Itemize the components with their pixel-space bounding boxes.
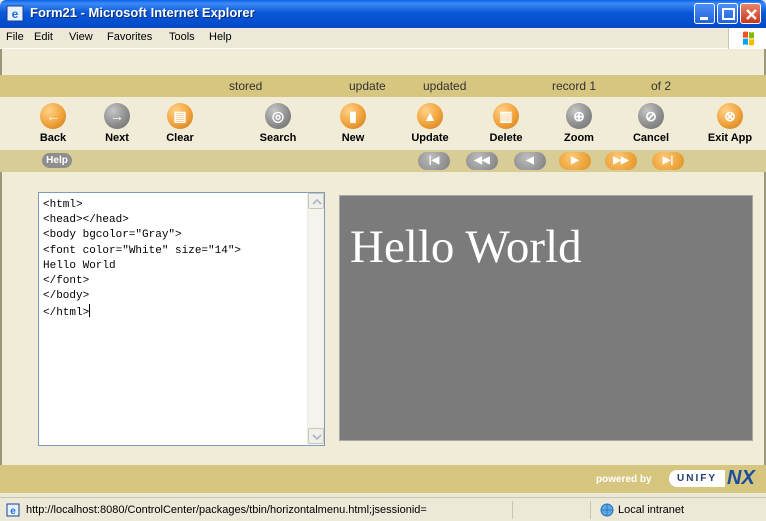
search-icon: ◎ [265,103,291,129]
title-bar[interactable]: e Form21 - Microsoft Internet Explorer [0,0,766,28]
status-stored: stored [229,79,263,93]
html-preview-pane: Hello World [339,195,753,441]
text-cursor [89,304,91,318]
new-label: New [341,132,365,144]
scroll-down-button[interactable] [308,428,324,444]
status-divider [590,501,591,519]
browser-status-bar: e http://localhost:8080/ControlCenter/pa… [0,497,766,521]
editor-text: <html> <head></head> <body bgcolor="Gray… [43,199,242,320]
powered-by-label: powered by [596,474,652,485]
cancel-icon: ⊘ [638,103,664,129]
minimize-button[interactable] [694,3,715,24]
window-title: Form21 - Microsoft Internet Explorer [30,5,255,20]
menu-favorites[interactable]: Favorites [107,31,152,43]
exit-app-label: Exit App [707,132,753,144]
clear-icon: ▤ [167,103,193,129]
new-button[interactable]: ▮ New [322,103,384,149]
browser-window: e Form21 - Microsoft Internet Explorer F… [0,0,766,521]
zoom-button[interactable]: ⊕ Zoom [548,103,610,149]
status-updated: updated [423,79,467,93]
last-record-icon[interactable]: ▶| [652,152,684,170]
clear-button[interactable]: ▤ Clear [149,103,211,149]
delete-button[interactable]: ▥ Delete [475,103,537,149]
chevron-up-icon [312,198,322,205]
help-button[interactable]: Help [42,153,72,168]
maximize-icon [722,8,735,20]
ie-icon: e [6,5,24,22]
record-navigation-bar: Help |◀ ◀◀ ◀ ▶ ▶▶ ▶| [0,150,766,172]
nx-logo: NX [727,467,755,489]
html-editor-textarea[interactable]: <html> <head></head> <body bgcolor="Gray… [38,192,325,446]
cancel-label: Cancel [632,132,670,144]
editor-content: <html> <head></head> <body bgcolor="Gray… [43,198,241,322]
arrow-left-icon: ← [40,103,66,129]
maximize-button[interactable] [717,3,738,24]
exit-app-button[interactable]: ⊗ Exit App [699,103,761,149]
windows-logo-icon [728,28,766,49]
footer-band: powered by UNIFY NX [0,465,766,493]
menu-view[interactable]: View [69,31,93,43]
action-toolbar: ← Back → Next ▤ Clear ◎ Search ▮ New ▲ U… [0,97,766,150]
status-divider [512,501,513,519]
close-button[interactable] [740,3,761,24]
zoom-label: Zoom [564,132,594,144]
status-url: http://localhost:8080/ControlCenter/pack… [26,504,427,516]
search-button[interactable]: ◎ Search [247,103,309,149]
update-button[interactable]: ▲ Update [399,103,461,149]
unify-logo: UNIFY [669,470,725,487]
delete-label: Delete [489,132,523,144]
first-record-icon[interactable]: |◀ [418,152,450,170]
exit-icon: ⊗ [717,103,743,129]
record-status-row: stored update updated record 1 of 2 [0,75,766,97]
editor-scrollbar[interactable] [307,193,324,445]
menu-tools[interactable]: Tools [169,31,195,43]
zoom-icon: ⊕ [566,103,592,129]
back-label: Back [39,132,67,144]
menu-bar: File Edit View Favorites Tools Help [0,28,766,49]
menu-file[interactable]: File [6,31,24,43]
back-button[interactable]: ← Back [22,103,84,149]
menu-edit[interactable]: Edit [34,31,53,43]
record-number: record 1 [552,79,597,93]
delete-icon: ▥ [493,103,519,129]
next-button[interactable]: → Next [86,103,148,149]
status-update: update [349,79,386,93]
svg-text:e: e [12,7,19,21]
clear-label: Clear [166,132,194,144]
next-record-icon[interactable]: ▶ [559,152,591,170]
new-icon: ▮ [340,103,366,129]
preview-text: Hello World [350,221,582,273]
local-intranet-icon [600,503,614,517]
fast-back-icon[interactable]: ◀◀ [466,152,498,170]
update-label: Update [411,132,449,144]
fast-forward-icon[interactable]: ▶▶ [605,152,637,170]
security-zone: Local intranet [618,504,685,516]
close-icon [746,9,757,20]
update-icon: ▲ [417,103,443,129]
minimize-icon [700,17,708,20]
previous-record-icon[interactable]: ◀ [514,152,546,170]
menu-help[interactable]: Help [209,31,232,43]
scroll-up-button[interactable] [308,193,324,209]
search-label: Search [259,132,297,144]
svg-text:e: e [10,506,16,517]
arrow-right-icon: → [104,103,130,129]
chevron-down-icon [312,434,322,441]
page-icon: e [6,503,20,517]
cancel-button[interactable]: ⊘ Cancel [620,103,682,149]
record-total: of 2 [651,79,672,93]
next-label: Next [105,132,129,144]
